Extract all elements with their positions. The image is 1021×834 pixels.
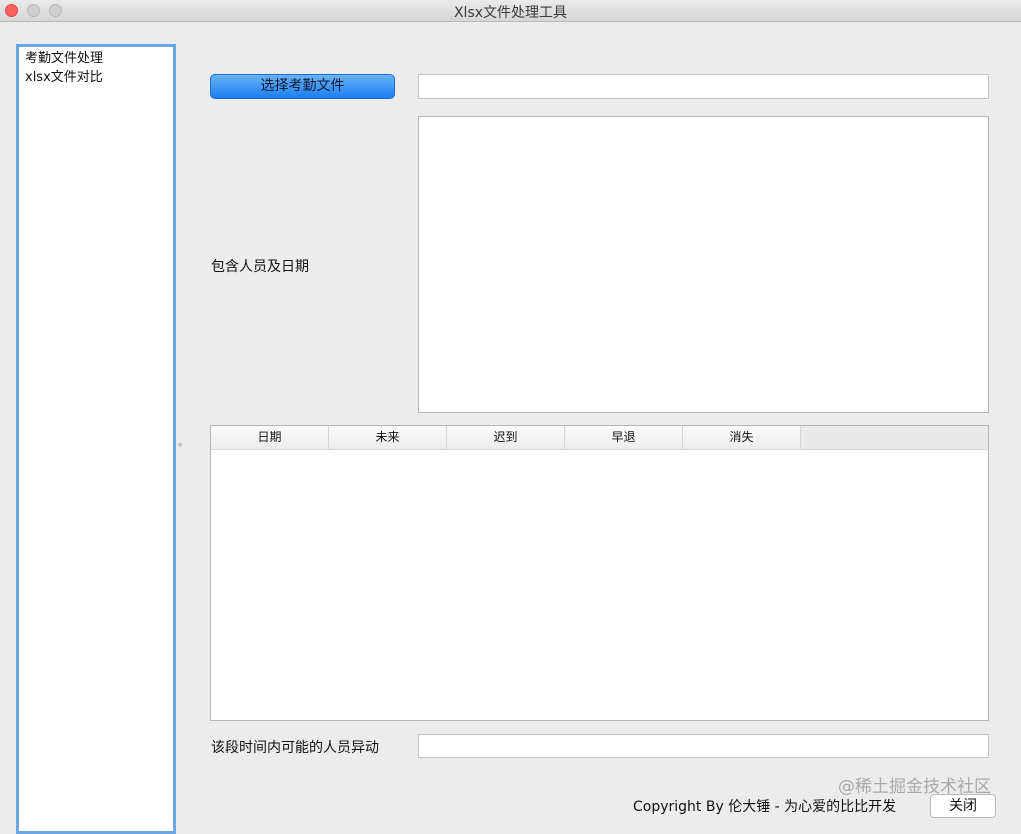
column-header-date[interactable]: 日期 — [211, 426, 329, 449]
column-header-not-arrived[interactable]: 未来 — [329, 426, 447, 449]
window-title: Xlsx文件处理工具 — [453, 5, 568, 21]
column-header-filler — [801, 426, 988, 449]
column-header-late[interactable]: 迟到 — [447, 426, 565, 449]
splitter-handle-icon[interactable]: ◂ — [177, 440, 182, 450]
column-header-early-leave[interactable]: 早退 — [565, 426, 683, 449]
sidebar-list[interactable]: 考勤文件处理 xlsx文件对比 — [16, 44, 176, 834]
watermark: @稀土掘金技术社区 — [838, 777, 991, 797]
sidebar-item-attendance[interactable]: 考勤文件处理 — [25, 49, 167, 68]
close-button[interactable]: 关闭 — [930, 794, 996, 818]
file-path-input[interactable] — [418, 74, 989, 99]
people-dates-label: 包含人员及日期 — [211, 259, 309, 275]
table-header: 日期 未来 迟到 早退 消失 — [211, 426, 988, 450]
column-header-missing[interactable]: 消失 — [683, 426, 801, 449]
personnel-changes-input[interactable] — [418, 734, 989, 758]
people-dates-textarea[interactable] — [418, 116, 989, 413]
personnel-changes-label: 该段时间内可能的人员异动 — [211, 740, 379, 756]
sidebar-item-xlsx-compare[interactable]: xlsx文件对比 — [25, 68, 167, 87]
attendance-table[interactable]: 日期 未来 迟到 早退 消失 — [210, 425, 989, 721]
select-attendance-file-button[interactable]: 选择考勤文件 — [210, 74, 395, 99]
title-bar: Xlsx文件处理工具 — [0, 0, 1021, 22]
copyright-text: Copyright By 伦大锤 - 为心爱的比比开发 — [633, 799, 897, 815]
